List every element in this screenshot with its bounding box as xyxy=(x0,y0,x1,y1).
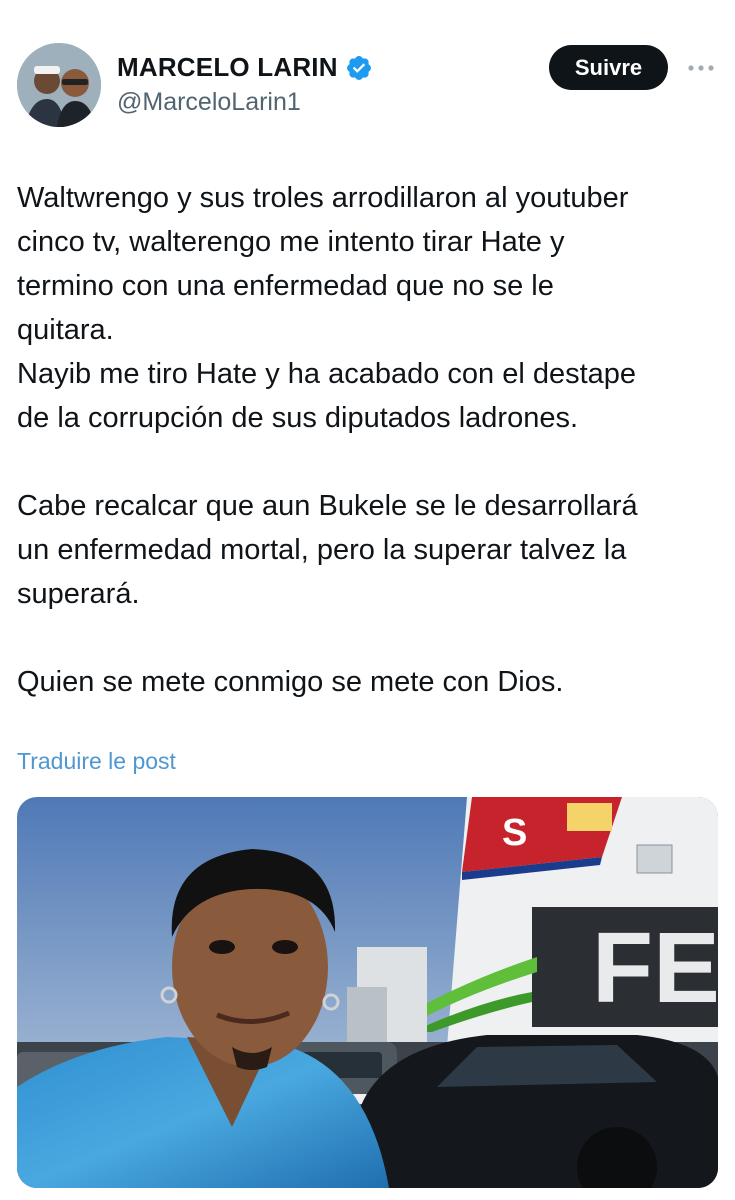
ship-hull-letter: S xyxy=(502,812,527,854)
avatar-photo xyxy=(17,43,101,127)
ship-sign-letters: FE xyxy=(592,912,718,1024)
follow-button[interactable]: Suivre xyxy=(549,45,668,90)
author-display-name[interactable]: MARCELO LARIN xyxy=(117,52,338,83)
more-options-icon[interactable] xyxy=(687,56,715,80)
media-photo: S FE xyxy=(17,797,718,1188)
verified-badge-icon xyxy=(346,55,371,80)
tweet-media-image[interactable]: S FE xyxy=(17,797,718,1188)
tweet-text: Waltwrengo y sus troles arrodillaron al … xyxy=(17,182,638,698)
author-handle[interactable]: @MarceloLarin1 xyxy=(117,88,301,117)
author-name-row: MARCELO LARIN xyxy=(117,52,373,83)
avatar[interactable] xyxy=(17,43,101,127)
translate-post-link[interactable]: Traduire le post xyxy=(17,748,176,775)
